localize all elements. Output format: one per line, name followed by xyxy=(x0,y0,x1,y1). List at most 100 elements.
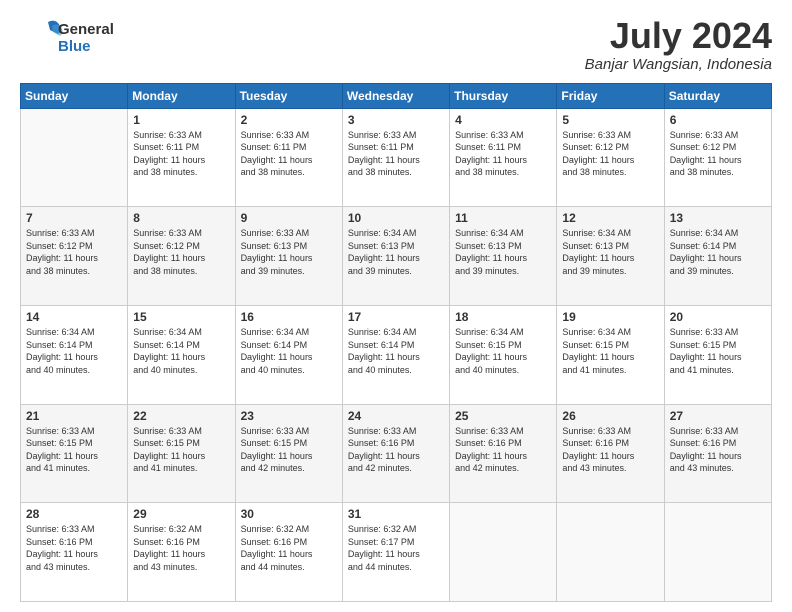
calendar-cell: 31 Sunrise: 6:32 AM Sunset: 6:17 PM Dayli… xyxy=(342,503,449,602)
calendar-cell: 17Sunrise: 6:34 AM Sunset: 6:14 PM Dayli… xyxy=(342,305,449,404)
calendar-cell: 8Sunrise: 6:33 AM Sunset: 6:12 PM Daylig… xyxy=(128,207,235,306)
day-info: Sunrise: 6:34 AM Sunset: 6:15 PM Dayligh… xyxy=(562,326,658,376)
calendar-table: SundayMondayTuesdayWednesdayThursdayFrid… xyxy=(20,83,772,602)
day-info: Sunrise: 6:33 AM Sunset: 6:16 PM Dayligh… xyxy=(455,425,551,475)
day-info: Sunrise: 6:33 AM Sunset: 6:16 PM Dayligh… xyxy=(670,425,766,475)
logo: General Blue xyxy=(20,16,114,60)
calendar-cell: 1 Sunrise: 6:33 AM Sunset: 6:11 PM Daylig… xyxy=(128,108,235,207)
day-number: 15 xyxy=(133,310,229,324)
day-number: 5 xyxy=(562,113,658,127)
calendar-header: SundayMondayTuesdayWednesdayThursdayFrid… xyxy=(21,83,772,108)
day-info: Sunrise: 6:33 AM Sunset: 6:11 PM Dayligh… xyxy=(241,129,337,179)
day-info: Sunrise: 6:33 AM Sunset: 6:13 PM Dayligh… xyxy=(241,227,337,277)
day-info: Sunrise: 6:33 AM Sunset: 6:16 PM Dayligh… xyxy=(26,523,122,573)
day-info: Sunrise: 6:34 AM Sunset: 6:14 PM Dayligh… xyxy=(133,326,229,376)
calendar-cell: 18 Sunrise: 6:34 AM Sunset: 6:15 PM Dayli… xyxy=(450,305,557,404)
day-number: 30 xyxy=(241,507,337,521)
calendar-cell: 9Sunrise: 6:33 AM Sunset: 6:13 PM Daylig… xyxy=(235,207,342,306)
calendar-cell: 2 Sunrise: 6:33 AM Sunset: 6:11 PM Daylig… xyxy=(235,108,342,207)
day-info: Sunrise: 6:33 AM Sunset: 6:16 PM Dayligh… xyxy=(562,425,658,475)
calendar-cell: 4Sunrise: 6:33 AM Sunset: 6:11 PM Daylig… xyxy=(450,108,557,207)
day-info: Sunrise: 6:34 AM Sunset: 6:14 PM Dayligh… xyxy=(26,326,122,376)
day-info: Sunrise: 6:34 AM Sunset: 6:13 PM Dayligh… xyxy=(348,227,444,277)
calendar-cell: 30 Sunrise: 6:32 AM Sunset: 6:16 PM Dayli… xyxy=(235,503,342,602)
day-number: 13 xyxy=(670,211,766,225)
weekday-header: Thursday xyxy=(450,83,557,108)
day-number: 3 xyxy=(348,113,444,127)
day-number: 31 xyxy=(348,507,444,521)
calendar-cell: 24 Sunrise: 6:33 AM Sunset: 6:16 PM Dayli… xyxy=(342,404,449,503)
calendar-week-row: 28 Sunrise: 6:33 AM Sunset: 6:16 PM Dayli… xyxy=(21,503,772,602)
logo-text-general: General xyxy=(58,21,114,38)
day-info: Sunrise: 6:33 AM Sunset: 6:12 PM Dayligh… xyxy=(670,129,766,179)
day-info: Sunrise: 6:32 AM Sunset: 6:16 PM Dayligh… xyxy=(133,523,229,573)
calendar-cell: 21 Sunrise: 6:33 AM Sunset: 6:15 PM Dayli… xyxy=(21,404,128,503)
day-info: Sunrise: 6:33 AM Sunset: 6:12 PM Dayligh… xyxy=(26,227,122,277)
calendar-cell: 5Sunrise: 6:33 AM Sunset: 6:12 PM Daylig… xyxy=(557,108,664,207)
calendar-cell xyxy=(664,503,771,602)
day-number: 10 xyxy=(348,211,444,225)
calendar-cell: 20 Sunrise: 6:33 AM Sunset: 6:15 PM Dayli… xyxy=(664,305,771,404)
calendar-cell: 26 Sunrise: 6:33 AM Sunset: 6:16 PM Dayli… xyxy=(557,404,664,503)
weekday-header: Tuesday xyxy=(235,83,342,108)
day-number: 14 xyxy=(26,310,122,324)
calendar-cell xyxy=(21,108,128,207)
day-number: 2 xyxy=(241,113,337,127)
calendar-week-row: 1 Sunrise: 6:33 AM Sunset: 6:11 PM Daylig… xyxy=(21,108,772,207)
day-number: 19 xyxy=(562,310,658,324)
day-number: 4 xyxy=(455,113,551,127)
day-info: Sunrise: 6:33 AM Sunset: 6:15 PM Dayligh… xyxy=(670,326,766,376)
weekday-header: Friday xyxy=(557,83,664,108)
calendar-cell: 10 Sunrise: 6:34 AM Sunset: 6:13 PM Dayli… xyxy=(342,207,449,306)
day-number: 23 xyxy=(241,409,337,423)
day-info: Sunrise: 6:33 AM Sunset: 6:11 PM Dayligh… xyxy=(348,129,444,179)
weekday-row: SundayMondayTuesdayWednesdayThursdayFrid… xyxy=(21,83,772,108)
page: General Blue July 2024 Banjar Wangsian, … xyxy=(0,0,792,612)
day-number: 25 xyxy=(455,409,551,423)
day-number: 26 xyxy=(562,409,658,423)
day-number: 28 xyxy=(26,507,122,521)
day-number: 22 xyxy=(133,409,229,423)
day-number: 20 xyxy=(670,310,766,324)
calendar-cell: 22 Sunrise: 6:33 AM Sunset: 6:15 PM Dayli… xyxy=(128,404,235,503)
calendar-cell: 13 Sunrise: 6:34 AM Sunset: 6:14 PM Dayli… xyxy=(664,207,771,306)
day-number: 7 xyxy=(26,211,122,225)
day-number: 29 xyxy=(133,507,229,521)
day-info: Sunrise: 6:34 AM Sunset: 6:14 PM Dayligh… xyxy=(670,227,766,277)
day-info: Sunrise: 6:33 AM Sunset: 6:11 PM Dayligh… xyxy=(133,129,229,179)
day-number: 18 xyxy=(455,310,551,324)
weekday-header: Saturday xyxy=(664,83,771,108)
day-number: 21 xyxy=(26,409,122,423)
day-info: Sunrise: 6:32 AM Sunset: 6:16 PM Dayligh… xyxy=(241,523,337,573)
calendar-cell: 7 Sunrise: 6:33 AM Sunset: 6:12 PM Daylig… xyxy=(21,207,128,306)
day-number: 1 xyxy=(133,113,229,127)
calendar-cell xyxy=(557,503,664,602)
calendar-cell: 14 Sunrise: 6:34 AM Sunset: 6:14 PM Dayli… xyxy=(21,305,128,404)
calendar-cell: 28 Sunrise: 6:33 AM Sunset: 6:16 PM Dayli… xyxy=(21,503,128,602)
calendar-cell: 23Sunrise: 6:33 AM Sunset: 6:15 PM Dayli… xyxy=(235,404,342,503)
day-number: 27 xyxy=(670,409,766,423)
calendar-cell: 6Sunrise: 6:33 AM Sunset: 6:12 PM Daylig… xyxy=(664,108,771,207)
calendar-cell: 11Sunrise: 6:34 AM Sunset: 6:13 PM Dayli… xyxy=(450,207,557,306)
day-info: Sunrise: 6:34 AM Sunset: 6:15 PM Dayligh… xyxy=(455,326,551,376)
day-number: 16 xyxy=(241,310,337,324)
calendar-cell: 27 Sunrise: 6:33 AM Sunset: 6:16 PM Dayli… xyxy=(664,404,771,503)
day-number: 11 xyxy=(455,211,551,225)
calendar-week-row: 7 Sunrise: 6:33 AM Sunset: 6:12 PM Daylig… xyxy=(21,207,772,306)
day-info: Sunrise: 6:34 AM Sunset: 6:14 PM Dayligh… xyxy=(348,326,444,376)
day-info: Sunrise: 6:32 AM Sunset: 6:17 PM Dayligh… xyxy=(348,523,444,573)
day-info: Sunrise: 6:33 AM Sunset: 6:15 PM Dayligh… xyxy=(133,425,229,475)
day-info: Sunrise: 6:33 AM Sunset: 6:12 PM Dayligh… xyxy=(133,227,229,277)
day-number: 24 xyxy=(348,409,444,423)
title-block: July 2024 Banjar Wangsian, Indonesia xyxy=(585,16,772,73)
day-info: Sunrise: 6:33 AM Sunset: 6:15 PM Dayligh… xyxy=(26,425,122,475)
calendar-week-row: 14 Sunrise: 6:34 AM Sunset: 6:14 PM Dayli… xyxy=(21,305,772,404)
month-title: July 2024 xyxy=(585,16,772,56)
weekday-header: Wednesday xyxy=(342,83,449,108)
location-subtitle: Banjar Wangsian, Indonesia xyxy=(585,56,772,73)
calendar-body: 1 Sunrise: 6:33 AM Sunset: 6:11 PM Daylig… xyxy=(21,108,772,601)
weekday-header: Sunday xyxy=(21,83,128,108)
calendar-cell: 19 Sunrise: 6:34 AM Sunset: 6:15 PM Dayli… xyxy=(557,305,664,404)
calendar-cell: 25 Sunrise: 6:33 AM Sunset: 6:16 PM Dayli… xyxy=(450,404,557,503)
day-info: Sunrise: 6:33 AM Sunset: 6:16 PM Dayligh… xyxy=(348,425,444,475)
